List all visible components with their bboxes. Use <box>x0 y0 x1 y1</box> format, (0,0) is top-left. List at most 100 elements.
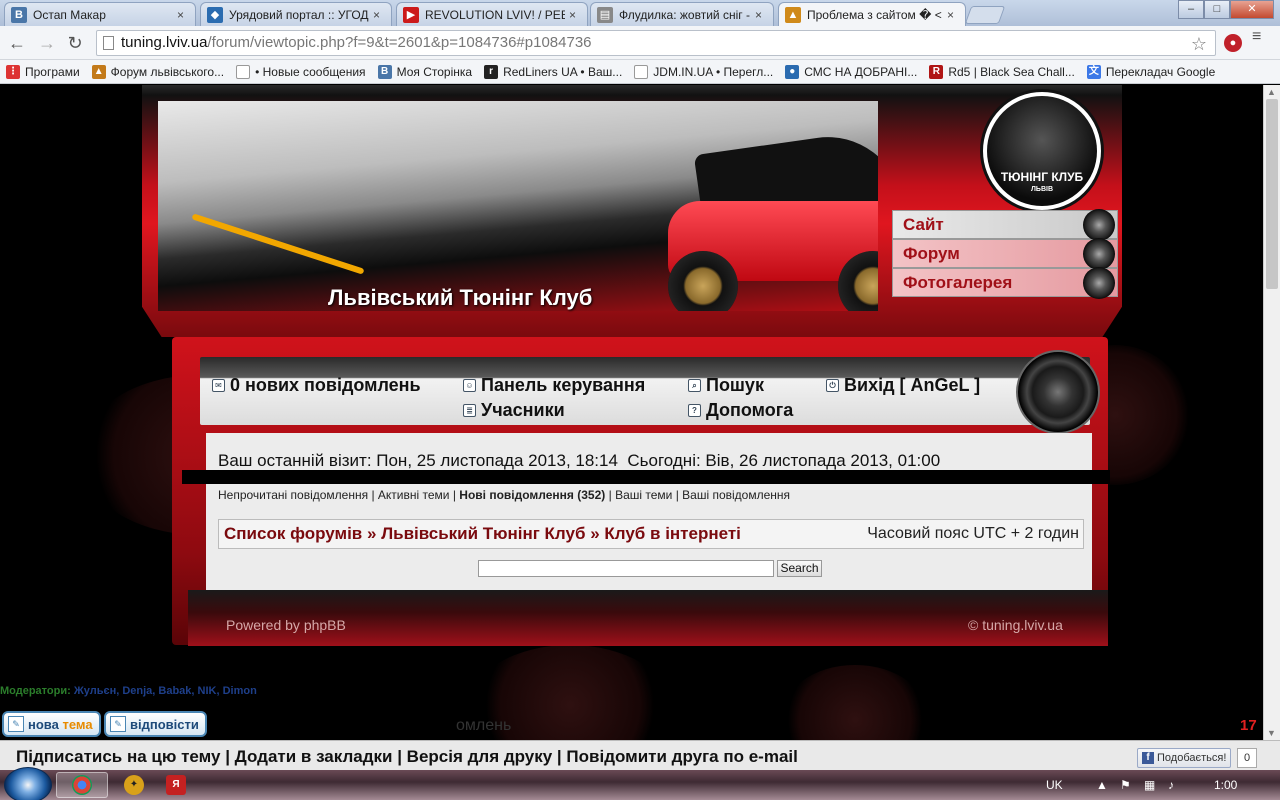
bookmark-item[interactable]: В Моя Сторінка <box>377 64 472 79</box>
members-label: Учасники <box>481 400 565 420</box>
close-tab-icon[interactable]: × <box>177 8 189 22</box>
your-topics-link[interactable]: Ваші теми <box>615 488 672 502</box>
topic-action-links[interactable]: Підписатись на цю тему | Додати в заклад… <box>16 747 798 767</box>
breadcrumb-club-link[interactable]: Львівський Тюнінг Клуб <box>381 524 585 543</box>
unread-posts-link[interactable]: Непрочитані повідомлення <box>218 488 368 502</box>
close-tab-icon[interactable]: × <box>373 8 385 22</box>
browser-tab[interactable]: ▤ Флудилка: жовтий сніг - × <box>590 2 774 26</box>
new-topic-button[interactable]: ✎ нова тема <box>2 711 101 737</box>
breadcrumb-section-link[interactable]: Клуб в інтернеті <box>604 524 741 543</box>
sms-icon: ● <box>785 64 800 79</box>
banner-title: Львівський Тюнінг Клуб <box>328 285 593 310</box>
help-label: Допомога <box>706 400 794 420</box>
bookmark-item[interactable]: ● СМС НА ДОБРАНІ... <box>785 64 918 79</box>
back-icon[interactable]: ← <box>6 33 28 53</box>
search-input[interactable] <box>478 560 774 577</box>
bookmark-item[interactable]: 文 Перекладач Google <box>1086 64 1215 79</box>
logo-title: ТЮНІНГ КЛУБ <box>1000 170 1084 184</box>
language-indicator[interactable]: UK <box>1046 778 1063 792</box>
page-viewport: Львівський Тюнінг Клуб ТЮНІНГ КЛУБ ЛЬВІВ… <box>0 85 1280 740</box>
close-window-button[interactable]: ✕ <box>1230 0 1274 19</box>
breadcrumb-forums-link[interactable]: Список форумів <box>224 524 362 543</box>
browser-tab[interactable]: В Остап Макар × <box>4 2 196 26</box>
bookmark-label: СМС НА ДОБРАНІ... <box>804 64 918 79</box>
new-posts-link[interactable]: ✉ 0 нових повідомлень <box>212 375 421 396</box>
page-icon <box>236 64 251 79</box>
close-tab-icon[interactable]: × <box>755 8 767 22</box>
moderators-names[interactable]: Жульєн, Denja, Babak, NIK, Dimon <box>74 685 257 697</box>
browser-tab[interactable]: ◆ Урядовий портал :: УГОД × <box>200 2 392 26</box>
user-icon: ☺ <box>463 379 476 392</box>
volume-icon[interactable]: ♪ <box>1168 778 1174 792</box>
close-tab-icon[interactable]: × <box>569 8 581 22</box>
tab-title: Флудилка: жовтий сніг - <box>619 7 750 22</box>
moderators-label: Модератори: <box>0 685 71 697</box>
menu-icon[interactable]: ≡ <box>1252 29 1270 45</box>
url-path: /forum/viewtopic.php?f=9&t=2601&p=108473… <box>207 34 592 51</box>
club-logo[interactable]: ТЮНІНГ КЛУБ ЛЬВІВ <box>980 89 1104 213</box>
extension-icon[interactable]: ● <box>1224 34 1242 52</box>
car-icon: ▲ <box>91 64 106 79</box>
quicklinks-bar: Непрочитані повідомлення | Активні теми … <box>218 488 791 502</box>
powered-by-link[interactable]: Powered by phpBB <box>226 617 346 633</box>
members-link[interactable]: ≣ Учасники <box>463 400 565 421</box>
reply-button[interactable]: ✎ відповісти <box>104 711 207 737</box>
tab-title: REVOLUTION LVIV! / РЕВО <box>425 7 565 22</box>
vk-icon: В <box>377 64 392 79</box>
last-visit-text: Ваш останній візит: Пон, 25 листопада 20… <box>218 451 618 470</box>
tray-arrow-icon[interactable]: ▲ <box>1096 778 1108 792</box>
scroll-down-icon[interactable]: ▼ <box>1267 728 1276 738</box>
reply-label: відповісти <box>130 716 199 732</box>
bookmark-item[interactable]: • Новые сообщения <box>236 64 366 79</box>
browser-tab[interactable]: ▲ Проблема з сайтом � < × <box>778 2 966 26</box>
control-panel-link[interactable]: ☺ Панель керування <box>463 375 645 396</box>
like-count: 0 <box>1237 748 1257 768</box>
bookmark-item[interactable]: ▲ Форум львівського... <box>91 64 224 79</box>
help-link[interactable]: ? Допомога <box>688 400 793 421</box>
scrollbar-thumb[interactable] <box>1266 99 1278 289</box>
bookmark-label: • Новые сообщения <box>255 64 366 79</box>
wheel-decoration-icon <box>1016 350 1100 434</box>
reload-icon[interactable]: ↻ <box>64 33 86 53</box>
bookmark-star-icon[interactable]: ☆ <box>1191 32 1207 56</box>
bookmark-item[interactable]: ⋮ Програми <box>6 64 80 79</box>
facebook-like-button[interactable]: f Подобається! <box>1137 748 1232 768</box>
bookmark-item[interactable]: JDM.IN.UA • Перегл... <box>634 64 773 79</box>
taskbar-app[interactable]: Я <box>150 772 202 798</box>
forward-icon[interactable]: → <box>36 33 58 53</box>
power-icon: ⏻ <box>826 379 839 392</box>
maximize-button[interactable]: □ <box>1204 0 1230 19</box>
active-topics-link[interactable]: Активні теми <box>378 488 450 502</box>
search-button[interactable]: Search <box>777 560 822 577</box>
browser-tab[interactable]: ▶ REVOLUTION LVIV! / РЕВО × <box>396 2 588 26</box>
page-scrollbar[interactable]: ▲ ▼ <box>1263 85 1280 740</box>
vk-icon: В <box>11 6 27 23</box>
bookmark-item[interactable]: R Rd5 | Black Sea Chall... <box>929 64 1075 79</box>
sidenav-gallery-label: Фотогалерея <box>903 273 1013 292</box>
like-label: Подобається! <box>1157 752 1227 764</box>
new-posts-count-link[interactable]: Нові повідомлення (352) <box>459 488 605 502</box>
network-icon[interactable]: ▦ <box>1144 778 1155 792</box>
tray-app-icon[interactable]: ⚑ <box>1120 778 1131 792</box>
clock[interactable]: 1:00 <box>1214 778 1237 792</box>
car-icon: ▲ <box>785 6 801 23</box>
logout-link[interactable]: ⏻ Вихід [ AnGeL ] <box>826 375 980 396</box>
your-posts-link[interactable]: Ваші повідомлення <box>682 488 790 502</box>
gov-portal-icon: ◆ <box>207 6 223 23</box>
new-tab-button[interactable] <box>964 6 1006 24</box>
translate-icon: 文 <box>1086 64 1101 79</box>
windows-taskbar: ✦ Я UK ▲ ⚑ ▦ ♪ 1:00 <box>0 767 1280 800</box>
scroll-up-icon[interactable]: ▲ <box>1267 87 1276 97</box>
apps-icon: ⋮ <box>6 64 20 79</box>
sidenav-site[interactable]: Сайт <box>892 209 1118 241</box>
sidenav-gallery[interactable]: Фотогалерея <box>892 267 1118 299</box>
minimize-button[interactable]: – <box>1178 0 1204 19</box>
bookmark-item[interactable]: r RedLiners UA • Ваш... <box>484 64 622 79</box>
taskbar-chrome[interactable] <box>56 772 108 798</box>
address-bar[interactable]: tuning.lviv.ua/forum/viewtopic.php?f=9&t… <box>96 30 1216 56</box>
search-link[interactable]: ⌕ Пошук <box>688 375 764 396</box>
tab-title: Урядовий портал :: УГОД <box>229 7 369 22</box>
sidenav-forum[interactable]: Форум <box>892 238 1118 270</box>
start-button[interactable] <box>4 767 52 800</box>
close-tab-icon[interactable]: × <box>947 8 959 22</box>
